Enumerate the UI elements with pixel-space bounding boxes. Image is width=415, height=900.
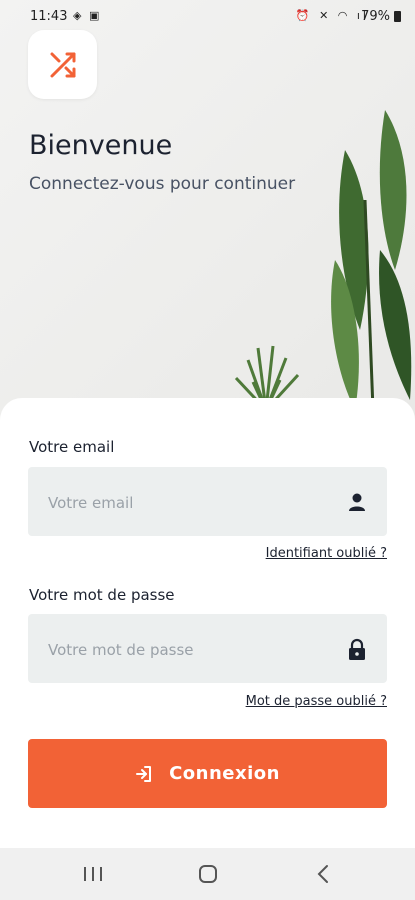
login-button-label: Connexion — [169, 763, 280, 784]
user-icon — [349, 493, 365, 511]
password-label: Votre mot de passe — [29, 586, 175, 604]
notification-icons: ◈ ▣ — [73, 9, 102, 22]
page-subtitle: Connectez-vous pour continuer — [29, 174, 296, 194]
system-status-icons: ⏰ ✕ ◠ ıl — [295, 9, 369, 22]
status-bar: 11:43 ◈ ▣ ⏰ ✕ ◠ ıl 79% — [0, 0, 415, 32]
forgot-password-link[interactable]: Mot de passe oublié ? — [246, 694, 387, 709]
home-icon[interactable] — [195, 862, 221, 886]
plant-decoration — [331, 110, 412, 410]
recent-apps-icon[interactable] — [80, 862, 106, 886]
navigation-bar — [0, 848, 415, 900]
page-title: Bienvenue — [29, 130, 173, 161]
login-button[interactable]: Connexion — [28, 739, 387, 808]
battery-icon — [394, 11, 401, 22]
email-field-container — [28, 467, 387, 538]
email-label: Votre email — [29, 438, 115, 456]
app-logo — [28, 30, 97, 99]
status-time: 11:43 — [30, 9, 68, 24]
battery-percent: 79% — [361, 9, 390, 24]
lock-icon — [349, 638, 365, 660]
forgot-id-link[interactable]: Identifiant oublié ? — [266, 546, 387, 561]
email-field[interactable] — [46, 467, 330, 538]
password-field[interactable] — [46, 614, 330, 685]
shuffle-icon — [50, 52, 75, 77]
login-icon — [136, 765, 152, 782]
back-icon[interactable] — [311, 862, 337, 886]
password-field-container — [28, 614, 387, 685]
